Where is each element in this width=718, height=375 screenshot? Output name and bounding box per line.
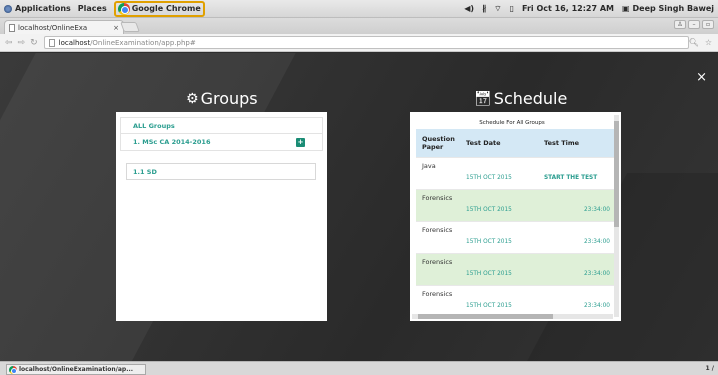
paper-cell: Java [416,156,460,189]
subgroup-item[interactable]: 1.1 SD [126,163,316,180]
bottom-taskbar: localhost/OnlineExamination/ap... 1 / [0,361,718,375]
modal-close-icon[interactable]: × [696,70,707,85]
system-top-bar: Applications Places Google Chrome ◀) ∦ ⌔… [0,0,718,18]
page-viewport: × ⚙ Groups 📅︎ Schedule ALL Groups 1. MSc… [0,53,718,361]
forward-icon[interactable]: ⇨ [18,38,26,48]
tab-title: localhost/OnlineExa [18,23,88,32]
user-name: Deep Singh Bawej [632,4,714,13]
schedule-title: Schedule [493,89,568,108]
col-question-paper: Question Paper [416,129,460,157]
taskbar-window-label: localhost/OnlineExamination/ap... [19,366,134,373]
schedule-panel: Schedule For All Groups Question Paper T… [410,112,621,321]
horizontal-scrollbar[interactable] [412,314,613,319]
group-list: ALL Groups 1. MSc CA 2014-2016 + [116,117,327,151]
groups-title: Groups [200,89,258,108]
applications-label: Applications [15,4,71,13]
vertical-scrollbar[interactable] [614,115,619,317]
date-cell: 15TH OCT 2015 [460,156,538,189]
paper-cell: Forensics [416,252,460,285]
schedule-heading: 📅︎ Schedule [474,89,567,108]
back-icon[interactable]: ⇦ [5,38,13,48]
col-test-time: Test Time [538,129,614,157]
reload-icon[interactable]: ↻ [30,38,38,48]
window-controls: ♙ – ▫ [672,20,714,29]
page-icon [48,38,55,47]
browser-toolbar: ⇦ ⇨ ↻ localhost/OnlineExamination/app.ph… [0,34,718,52]
paper-cell: Forensics [416,188,460,221]
browser-tab[interactable]: localhost/OnlineExa × [4,20,124,34]
gnome-foot-icon [4,4,12,13]
taskbar-window-button[interactable]: localhost/OnlineExamination/ap... [6,364,146,375]
time-cell: 23:34:00 [538,220,614,253]
gears-icon: ⚙ [186,90,199,107]
paper-cell: Forensics [416,284,460,317]
time-cell: 23:34:00 [538,188,614,221]
places-menu[interactable]: Places [78,4,107,13]
bluetooth-icon[interactable]: ∦ [482,4,486,13]
groups-heading: ⚙ Groups [186,89,258,108]
user-icon: ▣ [621,4,630,13]
user-profile-icon[interactable]: ♙ [674,20,686,29]
table-row: Java 15TH OCT 2015 START THE TEST [416,156,614,189]
date-cell: 15TH OCT 2015 [460,252,538,285]
subgroup-label: 1.1 SD [133,167,157,176]
group-item-msc-ca[interactable]: 1. MSc CA 2014-2016 + [120,134,323,151]
table-row: Forensics 15TH OCT 2015 23:34:00 [416,284,614,317]
add-subgroup-icon[interactable]: + [296,138,305,147]
start-test-link[interactable]: START THE TEST [538,156,614,189]
group-label: 1. MSc CA 2014-2016 [133,138,211,146]
focused-app-box: Google Chrome [113,0,205,17]
clock[interactable]: Fri Oct 16, 12:27 AM [522,4,614,13]
url-host: localhost [58,38,91,47]
new-tab-button[interactable] [120,22,140,32]
bookmark-star-icon[interactable]: ☆ [705,38,712,47]
time-cell: 23:34:00 [538,252,614,285]
user-menu[interactable]: ▣ Deep Singh Bawej [622,4,714,13]
battery-icon[interactable]: ▯ [510,4,514,13]
applications-menu[interactable]: Applications [4,4,71,13]
table-row: Forensics 15TH OCT 2015 23:34:00 [416,220,614,253]
app-name: Google Chrome [131,4,201,13]
zoom-icon[interactable]: 🔍︎ [689,38,699,47]
schedule-table: Question Paper Test Date Test Time Java … [416,129,614,317]
col-test-date: Test Date [460,129,538,157]
group-item-all[interactable]: ALL Groups [120,117,323,134]
tab-close-icon[interactable]: × [113,24,119,32]
table-header-row: Question Paper Test Date Test Time [416,129,614,157]
date-cell: 15TH OCT 2015 [460,284,538,317]
chrome-icon [9,365,17,374]
vertical-scroll-thumb[interactable] [614,121,619,227]
groups-panel: ALL Groups 1. MSc CA 2014-2016 + 1.1 SD [116,112,327,321]
maximize-icon[interactable]: ▫ [702,20,714,29]
horizontal-scroll-thumb[interactable] [418,314,553,319]
chrome-icon [117,2,130,15]
calendar-icon: 📅︎ [474,90,492,107]
volume-icon[interactable]: ◀) [464,4,474,13]
active-app-indicator[interactable]: Google Chrome [113,0,205,17]
minimize-icon[interactable]: – [688,20,700,29]
url-path: /OnlineExamination/app.php# [90,38,196,47]
address-bar[interactable]: localhost/OnlineExamination/app.php# [43,36,689,49]
table-row: Forensics 15TH OCT 2015 23:34:00 [416,252,614,285]
date-cell: 15TH OCT 2015 [460,220,538,253]
table-row: Forensics 15TH OCT 2015 23:34:00 [416,188,614,221]
date-cell: 15TH OCT 2015 [460,188,538,221]
page-icon [9,23,15,32]
paper-cell: Forensics [416,220,460,253]
time-cell: 23:34:00 [538,284,614,317]
wifi-icon[interactable]: ⌔ [494,4,502,14]
workspace-pager[interactable]: 1 / [706,365,714,372]
schedule-subheading: Schedule For All Groups [479,120,545,126]
browser-tab-strip: localhost/OnlineExa × ♙ – ▫ [0,18,718,34]
group-label: ALL Groups [133,121,175,130]
